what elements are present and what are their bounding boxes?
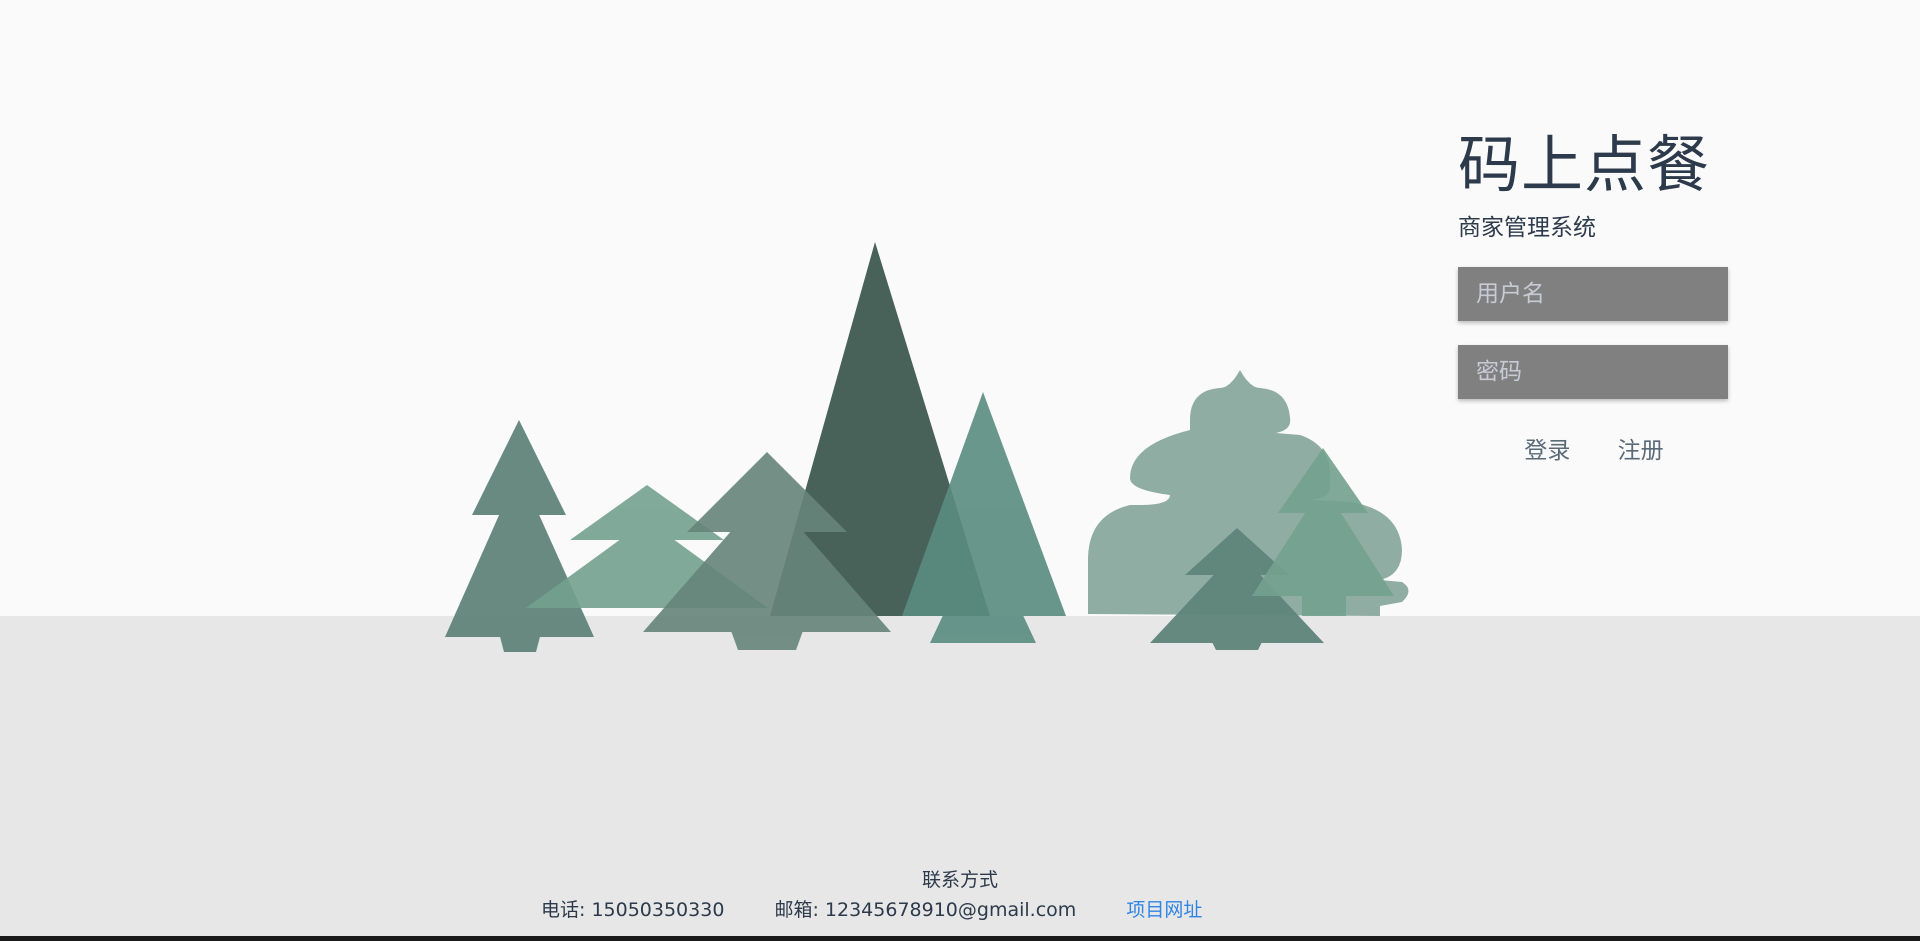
register-button[interactable]: 注册 [1618, 438, 1664, 464]
auth-actions: 登录 注册 [1458, 431, 1730, 465]
username-input[interactable] [1458, 267, 1728, 321]
password-input[interactable] [1458, 345, 1728, 399]
footer-phone: 电话: 15050350330 [541, 899, 725, 921]
login-panel: 码上点餐 商家管理系统 登录 注册 [1458, 125, 1730, 465]
footer-email: 邮箱: 12345678910@gmail.com [774, 899, 1077, 921]
app-title: 码上点餐 [1458, 128, 1711, 201]
footer-contact-title: 联系方式 [921, 869, 998, 891]
app-subtitle: 商家管理系统 [1458, 215, 1596, 241]
footer-contact-info: 电话: 15050350330 邮箱: 12345678910@gmail.co… [541, 895, 1202, 922]
tree-left-tall [445, 420, 594, 652]
forest-illustration [445, 242, 1409, 652]
login-button[interactable]: 登录 [1524, 438, 1570, 464]
background-ground [0, 616, 1920, 941]
project-link[interactable]: 项目网址 [1126, 899, 1202, 921]
bottom-edge [0, 936, 1920, 941]
